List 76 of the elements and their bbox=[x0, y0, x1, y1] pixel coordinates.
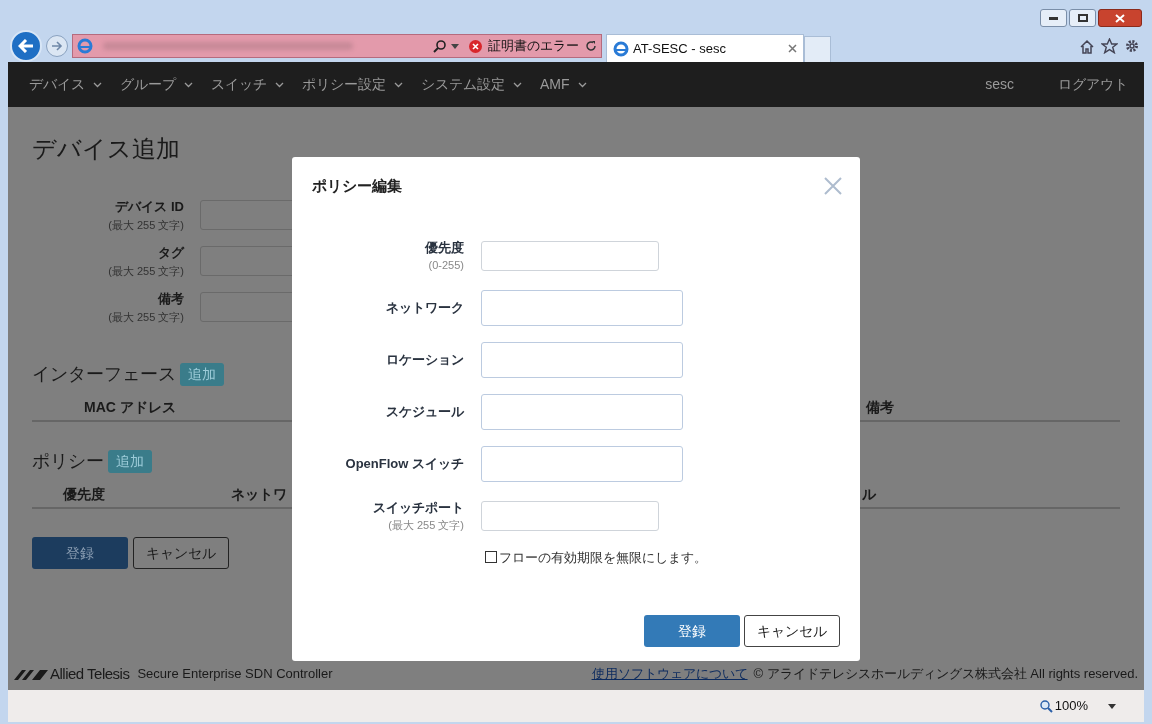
copyright-text: © アライドテレシスホールディングス株式会社 All rights reserved. bbox=[753, 665, 1138, 684]
nav-menu-item[interactable]: デバイス bbox=[20, 74, 111, 95]
submit-button[interactable]: 登録 bbox=[32, 537, 128, 569]
submit-button[interactable]: 登録 bbox=[644, 615, 740, 647]
input-field[interactable] bbox=[481, 445, 683, 482]
nav-menu-item[interactable]: AMF bbox=[531, 74, 596, 95]
close-icon bbox=[1115, 13, 1125, 23]
logo-icon bbox=[14, 668, 48, 680]
field-label: ロケーション bbox=[386, 350, 464, 369]
browser-logo-icon bbox=[613, 40, 629, 57]
brand-name: Allied Telesis bbox=[50, 663, 130, 684]
software-link[interactable]: 使用ソフトウェアについて bbox=[591, 664, 748, 684]
chevron-down-icon bbox=[513, 81, 522, 88]
browser-logo-icon bbox=[77, 38, 93, 54]
column-header: MAC アドレス bbox=[84, 397, 176, 417]
caret-icon[interactable] bbox=[1108, 703, 1116, 709]
star-icon[interactable] bbox=[1101, 38, 1118, 54]
field-hint: (0-255) bbox=[428, 258, 464, 273]
address-bar[interactable]: 証明書のエラー bbox=[72, 34, 602, 58]
input-field[interactable] bbox=[481, 289, 683, 326]
modal-title: ポリシー編集 bbox=[312, 176, 402, 196]
field-hint: (最大 255 文字) bbox=[388, 518, 464, 533]
chevron-down-icon bbox=[275, 81, 284, 88]
back-button[interactable] bbox=[10, 30, 42, 62]
arrow-right-icon bbox=[51, 41, 63, 51]
column-header: 優先度 bbox=[63, 484, 106, 504]
field-label: デバイス ID bbox=[115, 198, 184, 216]
field-label: スケジュール bbox=[386, 402, 464, 421]
zoom-level[interactable]: 100% bbox=[1054, 696, 1088, 716]
nav-menu-item[interactable]: システム設定 bbox=[412, 74, 531, 95]
field-label: ネットワーク bbox=[386, 298, 464, 317]
page-title: デバイス追加 bbox=[32, 134, 181, 164]
zoom-icon[interactable] bbox=[1039, 699, 1053, 713]
checkbox[interactable] bbox=[485, 551, 497, 564]
username: sesc bbox=[985, 75, 1014, 94]
browser-tab[interactable]: AT-SESC - sesc bbox=[606, 34, 804, 62]
section-title: インターフェース bbox=[32, 363, 176, 386]
field-hint: (最大 255 文字) bbox=[108, 309, 184, 325]
field-label: 備考 bbox=[158, 290, 184, 308]
chevron-down-icon bbox=[184, 81, 193, 88]
arrow-left-icon bbox=[18, 39, 34, 53]
chevron-down-icon bbox=[577, 81, 587, 88]
nav-menu-item[interactable]: グループ bbox=[111, 74, 202, 95]
nav-menu-item[interactable]: スイッチ bbox=[202, 74, 293, 95]
field-hint: (最大 255 文字) bbox=[108, 263, 184, 279]
close-icon[interactable] bbox=[788, 44, 797, 53]
cancel-button[interactable]: キャンセル bbox=[133, 537, 229, 569]
chevron-down-icon bbox=[394, 81, 403, 88]
field-hint: (最大 255 文字) bbox=[108, 217, 184, 233]
field-label: スイッチポート bbox=[373, 498, 464, 517]
caret-icon[interactable] bbox=[451, 43, 459, 49]
search-icon[interactable] bbox=[433, 39, 447, 53]
chevron-down-icon bbox=[93, 81, 102, 88]
input-field[interactable] bbox=[481, 393, 683, 430]
refresh-icon[interactable] bbox=[585, 40, 597, 52]
minimize-button[interactable] bbox=[1040, 9, 1067, 27]
home-icon[interactable] bbox=[1079, 38, 1095, 54]
logout-link[interactable]: ログアウト bbox=[1058, 74, 1128, 95]
column-header: ル bbox=[862, 484, 876, 504]
product-name: Secure Enterprise SDN Controller bbox=[137, 665, 333, 684]
field-label: タグ bbox=[158, 244, 184, 262]
input-field[interactable] bbox=[481, 341, 683, 378]
field-label: OpenFlow スイッチ bbox=[345, 454, 464, 473]
maximize-button[interactable] bbox=[1069, 9, 1096, 27]
checkbox-label: フローの有効期限を無限にします。 bbox=[499, 548, 707, 567]
settings-icon[interactable] bbox=[1124, 38, 1140, 54]
tab-title: AT-SESC - sesc bbox=[633, 39, 726, 58]
nav-menu-item[interactable]: ポリシー設定 bbox=[293, 74, 412, 95]
column-header: 備考 bbox=[866, 397, 894, 417]
close-button[interactable] bbox=[1098, 9, 1142, 27]
column-header: ネットワ bbox=[231, 484, 288, 504]
cancel-button[interactable]: キャンセル bbox=[744, 615, 840, 647]
error-icon bbox=[469, 39, 482, 53]
section-title: ポリシー bbox=[32, 450, 104, 473]
certificate-error-text[interactable]: 証明書のエラー bbox=[488, 36, 579, 56]
field-label: 優先度 bbox=[425, 238, 464, 257]
